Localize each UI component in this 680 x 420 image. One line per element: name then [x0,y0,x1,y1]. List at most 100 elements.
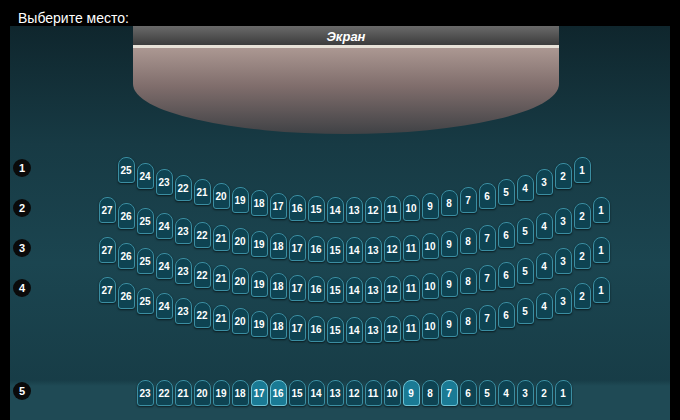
seat[interactable]: 8 [422,380,439,406]
seat[interactable]: 21 [213,265,230,291]
seat[interactable]: 18 [232,380,249,406]
seat[interactable]: 15 [289,380,306,406]
seat[interactable]: 13 [365,317,382,343]
seat[interactable]: 25 [137,248,154,274]
seat[interactable]: 18 [270,313,287,339]
seat[interactable]: 21 [175,380,192,406]
seat[interactable]: 24 [156,293,173,319]
seat[interactable]: 17 [289,275,306,301]
seat[interactable]: 24 [156,213,173,239]
seat[interactable]: 22 [194,302,211,328]
seat[interactable]: 6 [498,262,515,288]
seat[interactable]: 22 [175,175,192,201]
seat[interactable]: 18 [270,233,287,259]
seat[interactable]: 1 [593,237,610,263]
seat[interactable]: 27 [99,277,116,303]
seat[interactable]: 3 [555,288,572,314]
seat[interactable]: 16 [270,380,287,406]
seat[interactable]: 17 [289,235,306,261]
seat[interactable]: 27 [99,237,116,263]
seat[interactable]: 11 [384,196,401,222]
seat[interactable]: 4 [536,253,553,279]
seat[interactable]: 3 [536,169,553,195]
seat[interactable]: 13 [346,197,363,223]
seat[interactable]: 23 [175,218,192,244]
seat[interactable]: 26 [118,243,135,269]
seat[interactable]: 9 [422,193,439,219]
seat[interactable]: 23 [137,380,154,406]
seat[interactable]: 19 [232,187,249,213]
seat[interactable]: 5 [517,218,534,244]
seat[interactable]: 12 [365,197,382,223]
seat[interactable]: 12 [384,316,401,342]
seat[interactable]: 15 [327,237,344,263]
seat[interactable]: 5 [517,258,534,284]
seat[interactable]: 5 [498,179,515,205]
seat[interactable]: 25 [137,288,154,314]
seat[interactable]: 25 [137,208,154,234]
seat[interactable]: 9 [441,271,458,297]
seat[interactable]: 10 [384,380,401,406]
seat[interactable]: 24 [137,163,154,189]
seat[interactable]: 10 [422,273,439,299]
seat[interactable]: 18 [251,190,268,216]
seat[interactable]: 5 [479,380,496,406]
seat[interactable]: 18 [270,273,287,299]
seat[interactable]: 8 [460,308,477,334]
seat[interactable]: 14 [346,237,363,263]
seat[interactable]: 13 [365,277,382,303]
seat[interactable]: 4 [517,175,534,201]
seat[interactable]: 19 [251,231,268,257]
seat[interactable]: 23 [175,298,192,324]
seat[interactable]: 11 [403,315,420,341]
seat[interactable]: 14 [346,277,363,303]
seat[interactable]: 5 [517,298,534,324]
seat[interactable]: 21 [213,225,230,251]
seat[interactable]: 1 [555,380,572,406]
seat[interactable]: 17 [289,315,306,341]
seat[interactable]: 11 [365,380,382,406]
seat[interactable]: 6 [460,380,477,406]
seat[interactable]: 8 [441,190,458,216]
seat[interactable]: 3 [517,380,534,406]
seat[interactable]: 21 [194,179,211,205]
seat[interactable]: 7 [441,380,458,406]
seat[interactable]: 19 [251,311,268,337]
seat[interactable]: 26 [118,283,135,309]
seat[interactable]: 1 [593,277,610,303]
seat[interactable]: 20 [213,183,230,209]
seat[interactable]: 2 [536,380,553,406]
seat[interactable]: 13 [327,380,344,406]
seat[interactable]: 21 [213,305,230,331]
seat[interactable]: 22 [156,380,173,406]
seat[interactable]: 15 [327,277,344,303]
seat[interactable]: 8 [460,268,477,294]
seat[interactable]: 10 [403,195,420,221]
seat[interactable]: 24 [156,253,173,279]
seat[interactable]: 17 [270,193,287,219]
seat[interactable]: 9 [441,231,458,257]
seat[interactable]: 2 [574,243,591,269]
seat[interactable]: 6 [498,302,515,328]
seat[interactable]: 3 [555,208,572,234]
seat[interactable]: 9 [441,311,458,337]
seat[interactable]: 14 [346,317,363,343]
seat[interactable]: 20 [232,228,249,254]
seat[interactable]: 22 [194,262,211,288]
seat[interactable]: 4 [498,380,515,406]
seat[interactable]: 14 [327,197,344,223]
seat[interactable]: 2 [555,163,572,189]
seat[interactable]: 10 [422,313,439,339]
seat[interactable]: 19 [213,380,230,406]
seat[interactable]: 4 [536,293,553,319]
seat[interactable]: 6 [479,183,496,209]
seat[interactable]: 2 [574,203,591,229]
seat[interactable]: 20 [232,308,249,334]
seat[interactable]: 9 [403,380,420,406]
seat[interactable]: 7 [479,225,496,251]
seat[interactable]: 6 [498,222,515,248]
seat[interactable]: 7 [460,187,477,213]
seat[interactable]: 22 [194,222,211,248]
seat[interactable]: 20 [232,268,249,294]
seat[interactable]: 8 [460,228,477,254]
